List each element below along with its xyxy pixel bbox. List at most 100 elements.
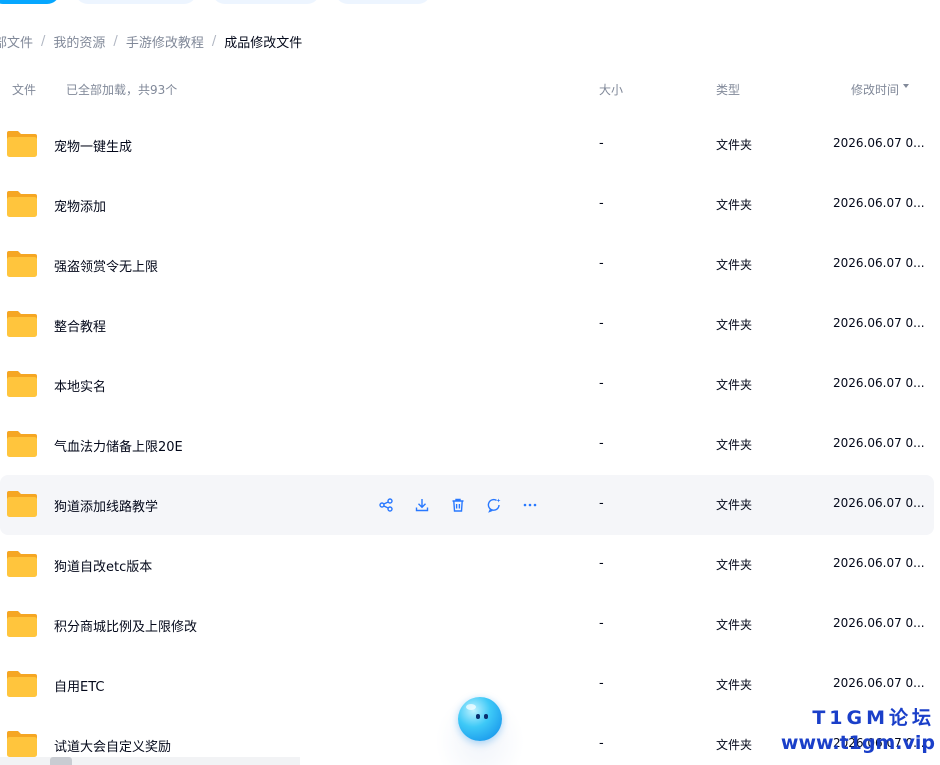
file-size: - — [599, 736, 604, 751]
file-list: 宠物一键生成 - 文件夹 2026.06.07 0... 宠物添加 - 文件夹 2026.06… — [0, 115, 940, 765]
assistant-eye-icon — [484, 714, 488, 719]
file-manager-page: 部文件 / 我的资源 / 手游修改教程 / 成品修改文件 文件 已全部加载，共93个 大小 … — [0, 0, 940, 765]
toolbar-primary-button[interactable] — [0, 0, 60, 4]
breadcrumb-current: 成品修改文件 — [224, 35, 303, 51]
watermark: T1GM论坛 www.t1gm.vip — [781, 709, 935, 753]
file-type: 文件夹 — [716, 678, 753, 692]
file-row[interactable]: 气血法力储备上限20E - 文件夹 2026.06.07 0... — [0, 415, 940, 475]
file-name[interactable]: 狗道自改etc版本 — [54, 556, 152, 575]
ai-chat-button[interactable] — [480, 491, 508, 519]
file-mtime: 2026.06.07 0... — [833, 196, 925, 210]
file-type: 文件夹 — [716, 618, 753, 632]
file-name[interactable]: 宠物添加 — [54, 196, 106, 215]
folder-icon — [7, 491, 37, 517]
file-type: 文件夹 — [716, 318, 753, 332]
folder-icon — [7, 311, 37, 337]
file-type: 文件夹 — [716, 498, 753, 512]
row-actions — [372, 491, 552, 519]
folder-icon — [7, 731, 37, 757]
breadcrumb-link[interactable]: 部文件 — [0, 32, 33, 51]
toolbar-secondary-button[interactable] — [75, 0, 197, 4]
file-type: 文件夹 — [716, 438, 753, 452]
file-mtime: 2026.06.07 0... — [833, 616, 925, 630]
bottom-scroll-track — [0, 757, 300, 765]
ai-chat-icon — [486, 497, 502, 513]
file-size: - — [599, 556, 604, 571]
share-button[interactable] — [372, 491, 400, 519]
header-mtime-column[interactable]: 修改时间 — [851, 81, 910, 98]
toolbar-secondary-button[interactable] — [335, 0, 431, 4]
file-size: - — [599, 616, 604, 631]
file-row[interactable]: 积分商城比例及上限修改 - 文件夹 2026.06.07 0... — [0, 595, 940, 655]
file-size: - — [599, 196, 604, 211]
file-row[interactable]: 宠物一键生成 - 文件夹 2026.06.07 0... — [0, 115, 940, 175]
toolbar-secondary-button[interactable] — [212, 0, 320, 4]
breadcrumb-link[interactable]: 手游修改教程 — [126, 32, 204, 51]
more-button[interactable] — [516, 491, 544, 519]
file-type: 文件夹 — [716, 138, 753, 152]
file-name[interactable]: 自用ETC — [54, 676, 104, 695]
file-name[interactable]: 狗道添加线路教学 — [54, 496, 158, 515]
folder-icon — [7, 191, 37, 217]
download-icon — [414, 497, 430, 513]
file-type: 文件夹 — [716, 558, 753, 572]
sort-desc-icon — [903, 84, 910, 88]
header-mtime-label: 修改时间 — [851, 83, 900, 97]
file-mtime: 2026.06.07 0... — [833, 136, 925, 150]
share-icon — [378, 497, 394, 513]
folder-icon — [7, 251, 37, 277]
file-size: - — [599, 676, 604, 691]
file-mtime: 2026.06.07 0... — [833, 436, 925, 450]
file-name[interactable]: 宠物一键生成 — [54, 136, 132, 155]
file-size: - — [599, 496, 604, 511]
file-row[interactable]: 整合教程 - 文件夹 2026.06.07 0... — [0, 295, 940, 355]
assistant-eye-icon — [476, 714, 480, 719]
delete-button[interactable] — [444, 491, 472, 519]
breadcrumb-separator: / — [113, 33, 118, 49]
file-type: 文件夹 — [716, 738, 753, 752]
file-size: - — [599, 256, 604, 271]
file-row[interactable]: 本地实名 - 文件夹 2026.06.07 0... — [0, 355, 940, 415]
file-name[interactable]: 气血法力储备上限20E — [54, 436, 183, 455]
file-row[interactable]: 宠物添加 - 文件夹 2026.06.07 0... — [0, 175, 940, 235]
file-size: - — [599, 436, 604, 451]
breadcrumb-separator: / — [211, 33, 217, 49]
watermark-url: www.t1gm.vip — [780, 732, 935, 754]
breadcrumb-link[interactable]: 我的资源 — [53, 32, 105, 51]
file-type: 文件夹 — [716, 378, 753, 392]
file-row[interactable]: 狗道自改etc版本 - 文件夹 2026.06.07 0... — [0, 535, 940, 595]
file-mtime: 2026.06.07 0... — [833, 556, 925, 570]
more-icon — [522, 497, 538, 513]
header-name-label: 文件 — [12, 83, 37, 97]
file-type: 文件夹 — [716, 198, 753, 212]
file-name[interactable]: 整合教程 — [54, 316, 106, 335]
ai-assistant-button[interactable] — [458, 697, 502, 741]
folder-icon — [7, 431, 37, 457]
folder-icon — [7, 551, 37, 577]
folder-icon — [7, 371, 37, 397]
folder-icon — [7, 671, 37, 697]
file-row[interactable]: 狗道添加线路教学 - 文件夹 2026.06.07 0... — [0, 475, 934, 535]
file-row[interactable]: 强盗领赏令无上限 - 文件夹 2026.06.07 0... — [0, 235, 940, 295]
file-name[interactable]: 强盗领赏令无上限 — [54, 256, 158, 275]
file-mtime: 2026.06.07 0... — [833, 676, 925, 690]
assistant-highlight — [466, 704, 476, 710]
bottom-scroll-thumb[interactable] — [50, 757, 72, 765]
download-button[interactable] — [408, 491, 436, 519]
delete-icon — [450, 497, 466, 513]
file-type: 文件夹 — [716, 258, 753, 272]
file-mtime: 2026.06.07 0... — [833, 376, 925, 390]
file-name[interactable]: 本地实名 — [54, 376, 106, 395]
folder-icon — [7, 611, 37, 637]
file-mtime: 2026.06.07 0... — [833, 256, 925, 270]
breadcrumb: 部文件 / 我的资源 / 手游修改教程 / 成品修改文件 — [0, 31, 302, 51]
file-mtime: 2026.06.07 0... — [833, 496, 925, 510]
folder-icon — [7, 131, 37, 157]
watermark-title: T1GM论坛 — [812, 707, 935, 729]
header-size-column[interactable]: 大小 — [599, 81, 623, 98]
file-list-header: 文件 已全部加载，共93个 大小 类型 修改时间 — [0, 78, 940, 100]
file-name[interactable]: 试道大会自定义奖励 — [54, 736, 171, 755]
header-type-column[interactable]: 类型 — [716, 81, 740, 98]
breadcrumb-separator: / — [41, 33, 46, 49]
file-name[interactable]: 积分商城比例及上限修改 — [54, 616, 197, 635]
